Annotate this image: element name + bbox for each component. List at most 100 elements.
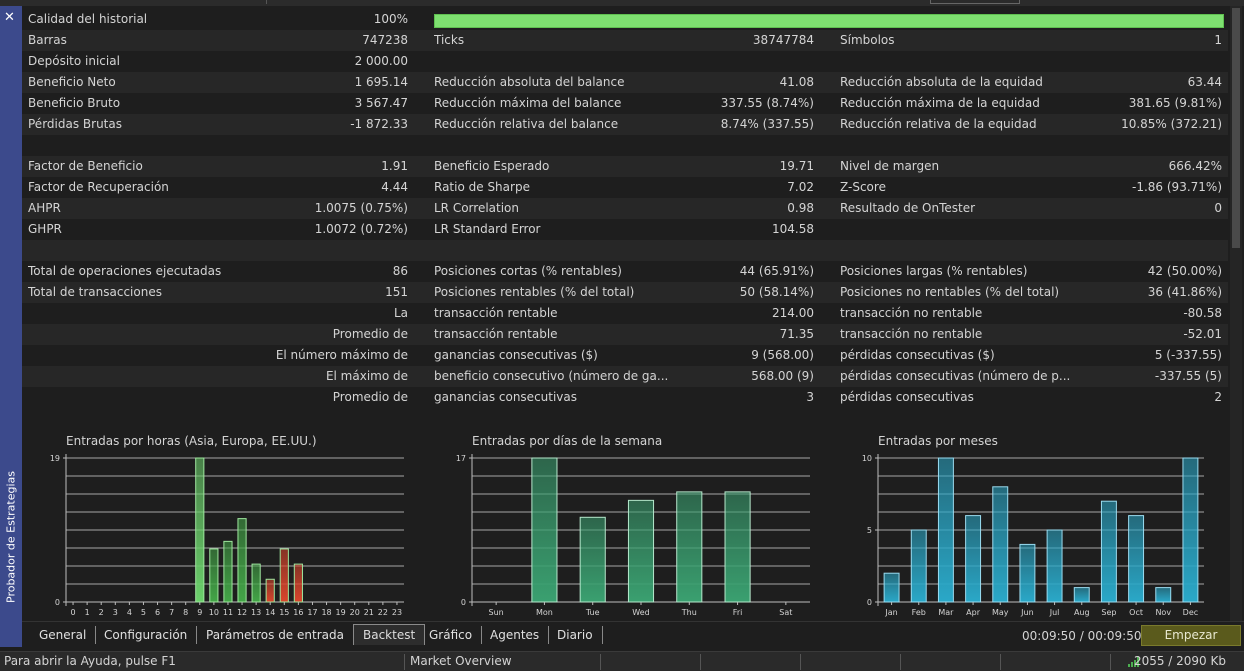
chart-bar [1155,587,1172,603]
chart-month-svg: 0 5 10 Jan Feb Mar Apr May Jun Jul Aug Sep Oct Nov Dec [862,454,1204,617]
x-tick-label: 18 [321,608,331,617]
stats-row: La transacción rentable 214.00 transacción … [22,303,1228,324]
tab-gr-fico[interactable]: Gráfico [420,626,483,644]
x-tick-label: Feb [912,608,926,617]
tab-par-metros-de-entrada[interactable]: Parámetros de entrada [197,626,354,644]
stats-row: Barras 747238 Ticks 38747784 Símbolos 1 [22,30,1228,51]
status-separator [900,654,901,670]
chart-bar [195,457,205,603]
x-tick-label: Jun [1020,608,1033,617]
stat-value: La [393,306,408,320]
x-tick-label: 6 [155,608,160,617]
vertical-scrollbar[interactable] [1230,6,1242,621]
x-tick-label: 9 [197,608,202,617]
stat-value [614,135,814,156]
chart-bar [251,563,261,603]
stat-value [1022,240,1222,261]
stat-value: 1.0075 (0.75%) [314,201,408,215]
tab-agentes[interactable]: Agentes [481,626,550,644]
x-tick-label: 0 [70,608,75,617]
x-tick-label: Dec [1183,608,1198,617]
x-tick-label: Sat [779,608,792,617]
close-icon[interactable]: ✕ [4,11,15,25]
tab-diario[interactable]: Diario [548,626,603,644]
status-market-overview[interactable]: Market Overview [410,652,512,671]
backtest-results-panel: Calidad del historial 100% Barras 747238 T… [22,6,1228,621]
chart-bar [265,578,275,603]
stats-row: Total de transacciones 151 Posiciones rent… [22,282,1228,303]
x-tick-label: Jul [1049,608,1060,617]
stat-value: 41.08 [779,75,814,89]
stat-value: 104.58 [772,222,814,236]
x-tick-label: 16 [293,608,303,617]
stat-value: 36 (41.86%) [1147,285,1222,299]
x-tick-label: 5 [141,608,146,617]
stats-row: Beneficio Bruto 3 567.47 Reducción máxima … [22,93,1228,114]
stat-value [1022,51,1222,72]
x-tick-label: 1 [85,608,90,617]
x-tick-label: 14 [265,608,275,617]
stat-value: 1 695.14 [354,75,408,89]
chart-bar [724,491,751,603]
stat-value [208,240,408,261]
status-memory: 2055 / 2090 Kb [1133,654,1226,668]
stats-row: Pérdidas Brutas -1 872.33 Reducción relati… [22,114,1228,135]
status-separator [404,654,405,670]
x-tick-label: 20 [350,608,360,617]
quality-progress-bar [434,14,1224,28]
status-separator [600,654,601,670]
start-button[interactable]: Empezar [1141,625,1241,646]
tab-backtest[interactable]: Backtest [353,624,426,645]
stat-value: 3 [806,390,814,404]
stats-row-quality: Calidad del historial 100% [22,9,1228,30]
tab-configuraci-n[interactable]: Configuración [95,626,198,644]
x-tick-label: 11 [223,608,233,617]
x-tick-label: Jan [884,608,897,617]
elapsed-timer: 00:09:50 / 00:09:50 [1022,629,1142,643]
stat-value: 0 [1214,201,1222,215]
x-tick-label: Nov [1155,608,1171,617]
y-tick-label: 19 [50,454,60,463]
stats-row: El número máximo de ganancias consecutiva… [22,345,1228,366]
stats-row: Promedio de ganancias consecutivas 3 pérdid… [22,387,1228,408]
chart-weekday-svg: 0 17 Sun Mon Tue Wed Thu Fri Sat [456,454,810,617]
stat-value: 0.98 [787,201,814,215]
chart-bar [883,572,900,603]
stats-row: Depósito inicial 2 000.00 [22,51,1228,72]
x-tick-label: 7 [169,608,174,617]
stat-value: Promedio de [332,390,408,404]
stat-value [614,240,814,261]
x-tick-label: Thu [681,608,697,617]
chart-entries-by-hour: Entradas por horas (Asia, Europa, EE.UU.… [28,434,428,620]
chart-bar [992,486,1009,603]
x-tick-label: 13 [251,608,261,617]
stats-row: GHPR 1.0072 (0.72%) LR Standard Error 104.5… [22,219,1228,240]
panel-vertical-title: Probador de Estrategias [2,447,20,627]
stat-value: -1 872.33 [350,117,408,131]
top-strip-field[interactable] [930,0,1020,4]
status-separator [1110,654,1111,670]
stats-row: El máximo de beneficio consecutivo (númer… [22,366,1228,387]
stats-row: Beneficio Neto 1 695.14 Reducción absoluta… [22,72,1228,93]
stat-value [614,51,814,72]
x-tick-label: 3 [113,608,118,617]
quality-value: 100% [373,12,408,26]
stats-row: Factor de Beneficio 1.91 Beneficio Esperad… [22,156,1228,177]
x-tick-label: 15 [279,608,289,617]
chart-bar [279,548,289,603]
stat-value: 1 [1214,33,1222,47]
status-help-text: Para abrir la Ayuda, pulse F1 [4,654,176,668]
tab-general[interactable]: General [30,626,97,644]
stat-value: 38747784 [752,33,814,47]
stat-value: 1.91 [381,159,408,173]
chart-bar [1046,529,1063,603]
x-tick-label: 4 [127,608,132,617]
x-tick-label: 19 [336,608,346,617]
stat-value: 63.44 [1187,75,1222,89]
stat-value: 2 [1214,390,1222,404]
stat-value [1022,219,1222,240]
scrollbar-thumb[interactable] [1232,8,1240,248]
stat-value: 1.0072 (0.72%) [314,222,408,236]
stat-value: 337.55 (8.74%) [720,96,814,110]
chart-bar [237,518,247,603]
